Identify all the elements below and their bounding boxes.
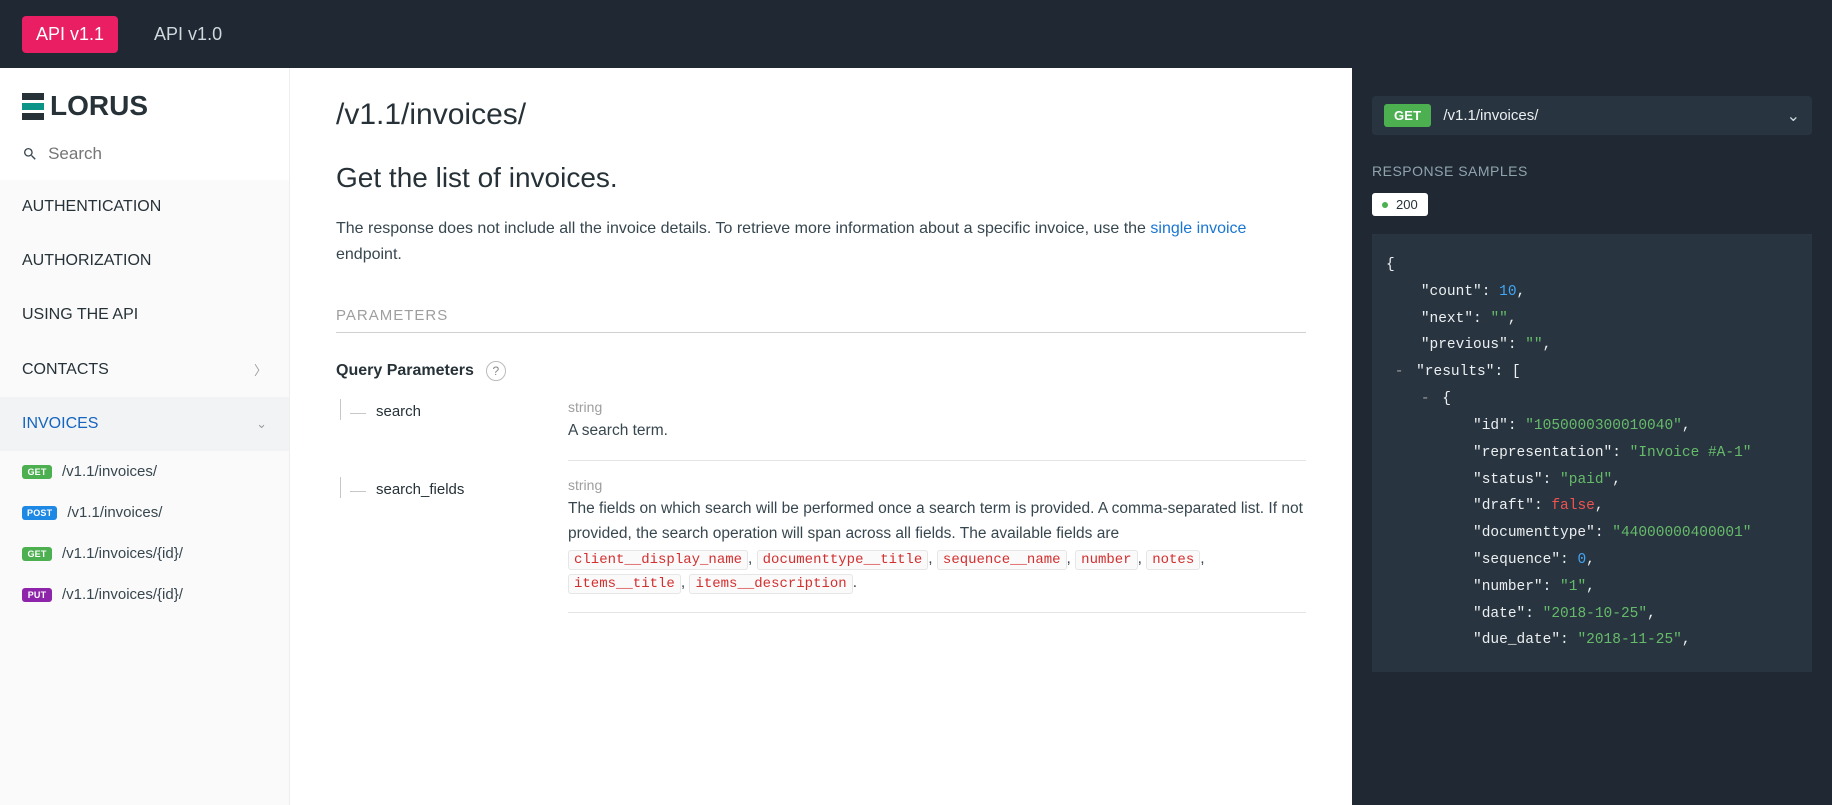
- endpoint-selector[interactable]: GET /v1.1/invoices/ ⌄: [1372, 96, 1812, 135]
- chevron-right-icon: 〉: [254, 360, 267, 379]
- sidebar-item-invoices[interactable]: INVOICES ⌄: [0, 397, 289, 451]
- code-chip: sequence__name: [937, 550, 1067, 570]
- query-parameters-title: Query Parameters: [336, 362, 474, 380]
- method-badge: PUT: [22, 588, 52, 602]
- chevron-down-icon: ⌄: [256, 416, 267, 432]
- topbar: API v1.1 API v1.0: [0, 0, 1832, 68]
- sidebar: LORUS AUTHENTICATION AUTHORIZATION USING…: [0, 68, 290, 805]
- endpoint-path: /v1.1/invoices/: [1443, 107, 1774, 124]
- endpoint-put-invoice-id[interactable]: PUT /v1.1/invoices/{id}/: [0, 574, 289, 615]
- search-row[interactable]: [0, 132, 289, 180]
- method-badge: GET: [1384, 104, 1431, 127]
- sidebar-item-label: CONTACTS: [22, 361, 109, 379]
- method-badge: POST: [22, 506, 57, 520]
- code-chip: items__title: [568, 574, 681, 594]
- sidebar-item-authentication[interactable]: AUTHENTICATION: [0, 180, 289, 234]
- help-icon[interactable]: ?: [486, 361, 506, 381]
- response-samples-title: RESPONSE SAMPLES: [1372, 163, 1812, 179]
- endpoint-path: /v1.1/invoices/: [62, 463, 157, 480]
- status-code: 200: [1396, 197, 1418, 212]
- status-dot-icon: [1382, 202, 1388, 208]
- status-200[interactable]: 200: [1372, 193, 1428, 216]
- method-badge: GET: [22, 465, 52, 479]
- endpoint-post-invoices[interactable]: POST /v1.1/invoices/: [0, 492, 289, 533]
- method-badge: GET: [22, 547, 52, 561]
- param-row-search-fields: search_fields string The fields on which…: [336, 477, 1306, 623]
- logo-text: LORUS: [50, 90, 148, 122]
- code-chip: documenttype__title: [757, 550, 929, 570]
- param-desc: The fields on which search will be perfo…: [568, 497, 1306, 596]
- response-json: { "count": 10, "next": "", "previous": "…: [1372, 234, 1812, 672]
- section-heading: Get the list of invoices.: [336, 162, 1306, 194]
- samples-panel: GET /v1.1/invoices/ ⌄ RESPONSE SAMPLES 2…: [1352, 68, 1832, 805]
- code-chip: number: [1075, 550, 1137, 570]
- endpoint-path: /v1.1/invoices/{id}/: [62, 545, 183, 562]
- tab-api-v10[interactable]: API v1.0: [140, 16, 236, 53]
- logo: LORUS: [0, 68, 289, 132]
- search-icon: [22, 145, 38, 163]
- code-chip: client__display_name: [568, 550, 748, 570]
- tab-api-v11[interactable]: API v1.1: [22, 16, 118, 53]
- endpoint-path: /v1.1/invoices/: [67, 504, 162, 521]
- code-chip: notes: [1146, 550, 1200, 570]
- sidebar-item-label: INVOICES: [22, 415, 98, 433]
- param-name: search_fields: [366, 477, 464, 498]
- endpoint-get-invoices[interactable]: GET /v1.1/invoices/: [0, 451, 289, 492]
- parameters-header: PARAMETERS: [336, 307, 1306, 333]
- endpoint-path: /v1.1/invoices/{id}/: [62, 586, 183, 603]
- param-desc: A search term.: [568, 419, 1306, 444]
- param-type: string: [568, 399, 1306, 415]
- param-name: search: [366, 399, 421, 420]
- chevron-down-icon: ⌄: [1787, 106, 1800, 126]
- sidebar-item-contacts[interactable]: CONTACTS 〉: [0, 342, 289, 397]
- search-input[interactable]: [48, 144, 267, 164]
- code-chip: items__description: [689, 574, 852, 594]
- section-description: The response does not include all the in…: [336, 216, 1306, 267]
- logo-icon: [22, 93, 44, 120]
- endpoint-title: /v1.1/invoices/: [336, 98, 1306, 132]
- endpoint-get-invoice-id[interactable]: GET /v1.1/invoices/{id}/: [0, 533, 289, 574]
- single-invoice-link[interactable]: single invoice: [1150, 220, 1246, 237]
- main-content: /v1.1/invoices/ Get the list of invoices…: [290, 68, 1352, 805]
- sidebar-item-authorization[interactable]: AUTHORIZATION: [0, 234, 289, 288]
- param-type: string: [568, 477, 1306, 493]
- param-row-search: search string A search term.: [336, 399, 1306, 471]
- sidebar-item-using-the-api[interactable]: USING THE API: [0, 288, 289, 342]
